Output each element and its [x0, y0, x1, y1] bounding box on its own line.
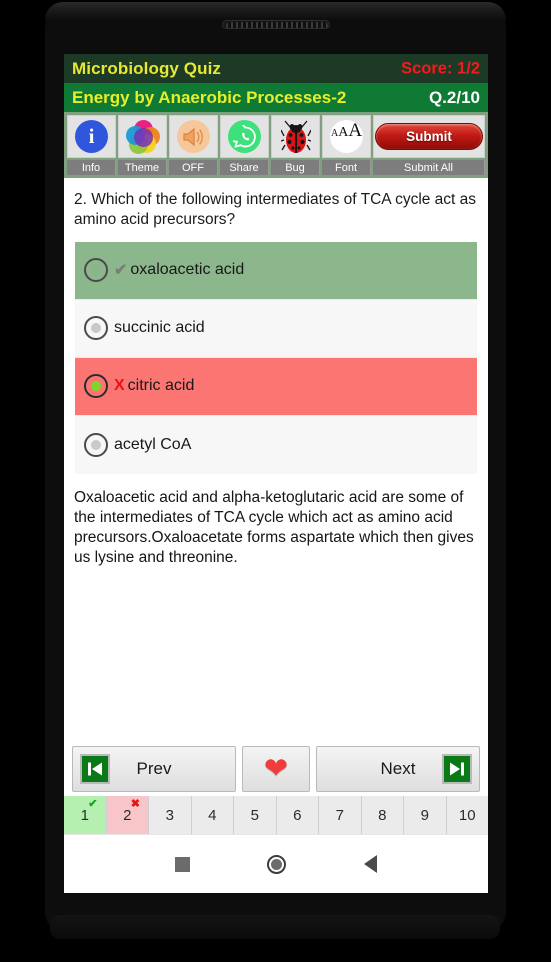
theme-icon	[125, 119, 160, 154]
explanation-text: Oxaloacetic acid and alpha-ketoglutaric …	[74, 488, 474, 567]
pager-item-3[interactable]: 3	[149, 796, 192, 834]
radio-button-2[interactable]	[84, 316, 108, 341]
option-label-1: oxaloacetic acid	[130, 261, 245, 279]
radio-button-4[interactable]	[84, 432, 108, 457]
option-label-4: acetyl CoA	[114, 435, 192, 453]
speaker-grille	[225, 22, 328, 28]
label-share[interactable]: Share	[220, 160, 269, 175]
label-bug[interactable]: Bug	[271, 160, 320, 175]
prev-button[interactable]: Prev	[72, 746, 236, 792]
theme-button[interactable]	[118, 115, 167, 158]
info-button[interactable]: i	[67, 115, 116, 158]
question-counter: Q.2/10	[428, 87, 480, 107]
pager-item-5[interactable]: 5	[234, 796, 277, 834]
device-bezel-highlight	[45, 2, 506, 20]
share-button[interactable]	[220, 115, 269, 158]
bug-icon	[279, 120, 312, 154]
radio-button-1[interactable]	[84, 258, 108, 283]
pager-number-3: 3	[165, 806, 174, 824]
question-pager: ✔ 1 ✖ 2 3 4 5 6 7 8 9 10	[64, 796, 488, 834]
pager-item-4[interactable]: 4	[191, 796, 234, 834]
label-font[interactable]: Font	[322, 160, 371, 175]
device-bottom-bar	[50, 915, 500, 939]
sound-off-icon	[177, 120, 210, 153]
info-icon: i	[75, 120, 108, 153]
app-header: Microbiology Quiz Score: 1/2	[64, 54, 488, 83]
pager-item-8[interactable]: 8	[361, 796, 404, 834]
pager-item-2[interactable]: ✖ 2	[106, 796, 149, 834]
pager-number-6: 6	[293, 806, 302, 824]
phone-device-frame: Microbiology Quiz Score: 1/2 Energy by A…	[0, 0, 551, 962]
pager-item-6[interactable]: 6	[276, 796, 319, 834]
home-icon[interactable]	[267, 854, 287, 874]
favorite-button[interactable]: ❤	[242, 746, 310, 792]
topic-title: Energy by Anaerobic Processes-2	[72, 87, 347, 107]
question-text: 2. Which of the following intermediates …	[74, 191, 477, 228]
share-icon	[228, 120, 261, 153]
label-info[interactable]: Info	[67, 160, 116, 175]
pager-item-10[interactable]: 10	[446, 796, 488, 834]
pager-number-10: 10	[458, 806, 476, 824]
back-icon[interactable]	[364, 855, 378, 873]
font-size-icon: AAA	[330, 120, 363, 153]
next-label: Next	[380, 759, 416, 778]
option-label-3: citric acid	[127, 377, 195, 395]
earpiece-speaker	[221, 20, 330, 29]
pager-number-7: 7	[335, 806, 344, 824]
wrong-cross-icon: X	[114, 377, 125, 395]
toolbar-labels: Info Theme OFF Share Bug Font Submit All	[64, 158, 488, 178]
pager-number-5: 5	[250, 806, 259, 824]
pager-number-9: 9	[420, 806, 429, 824]
pager-number-4: 4	[208, 806, 217, 824]
submit-button-cell[interactable]: Submit	[373, 115, 485, 158]
submit-button[interactable]: Submit	[375, 123, 483, 150]
pager-item-7[interactable]: 7	[319, 796, 362, 834]
navigation-row: Prev ❤ Next	[64, 740, 488, 798]
sound-toggle-button[interactable]	[169, 115, 218, 158]
prev-label: Prev	[136, 759, 172, 778]
score-display: Score: 1/2	[401, 59, 480, 77]
toolbar: i A A A Submit	[64, 112, 488, 158]
option-row-1[interactable]: ✔ oxaloacetic acid	[75, 241, 477, 300]
option-row-3[interactable]: X citric acid	[75, 357, 477, 416]
option-row-2[interactable]: succinic acid	[75, 299, 477, 358]
skip-to-start-icon[interactable]	[80, 754, 110, 784]
label-submit-all[interactable]: Submit All	[373, 160, 485, 175]
app-title: Microbiology Quiz	[72, 58, 222, 78]
correct-tick-icon: ✔	[114, 262, 128, 280]
next-button[interactable]: Next	[316, 746, 480, 792]
pager-item-9[interactable]: 9	[404, 796, 447, 834]
phone-screen: Microbiology Quiz Score: 1/2 Energy by A…	[64, 54, 488, 893]
pager-badge-1: ✔	[88, 798, 98, 810]
pager-number-8: 8	[378, 806, 387, 824]
pager-badge-2: ✖	[130, 798, 140, 810]
label-sound[interactable]: OFF	[169, 160, 218, 175]
bug-report-button[interactable]	[271, 115, 320, 158]
recent-apps-icon[interactable]	[174, 856, 190, 872]
answer-options-list: ✔ oxaloacetic acid succinic acid X citri…	[64, 236, 488, 474]
pager-item-1[interactable]: ✔ 1	[64, 796, 107, 834]
topic-header: Energy by Anaerobic Processes-2 Q.2/10	[64, 83, 488, 112]
option-label-2: succinic acid	[114, 319, 205, 337]
option-row-4[interactable]: acetyl CoA	[75, 415, 477, 474]
radio-button-3[interactable]	[84, 374, 108, 399]
label-theme[interactable]: Theme	[118, 160, 167, 175]
font-size-button[interactable]: AAA	[322, 115, 371, 158]
heart-icon: ❤	[263, 752, 289, 785]
android-system-nav	[64, 834, 488, 893]
skip-to-end-icon[interactable]	[442, 754, 472, 784]
